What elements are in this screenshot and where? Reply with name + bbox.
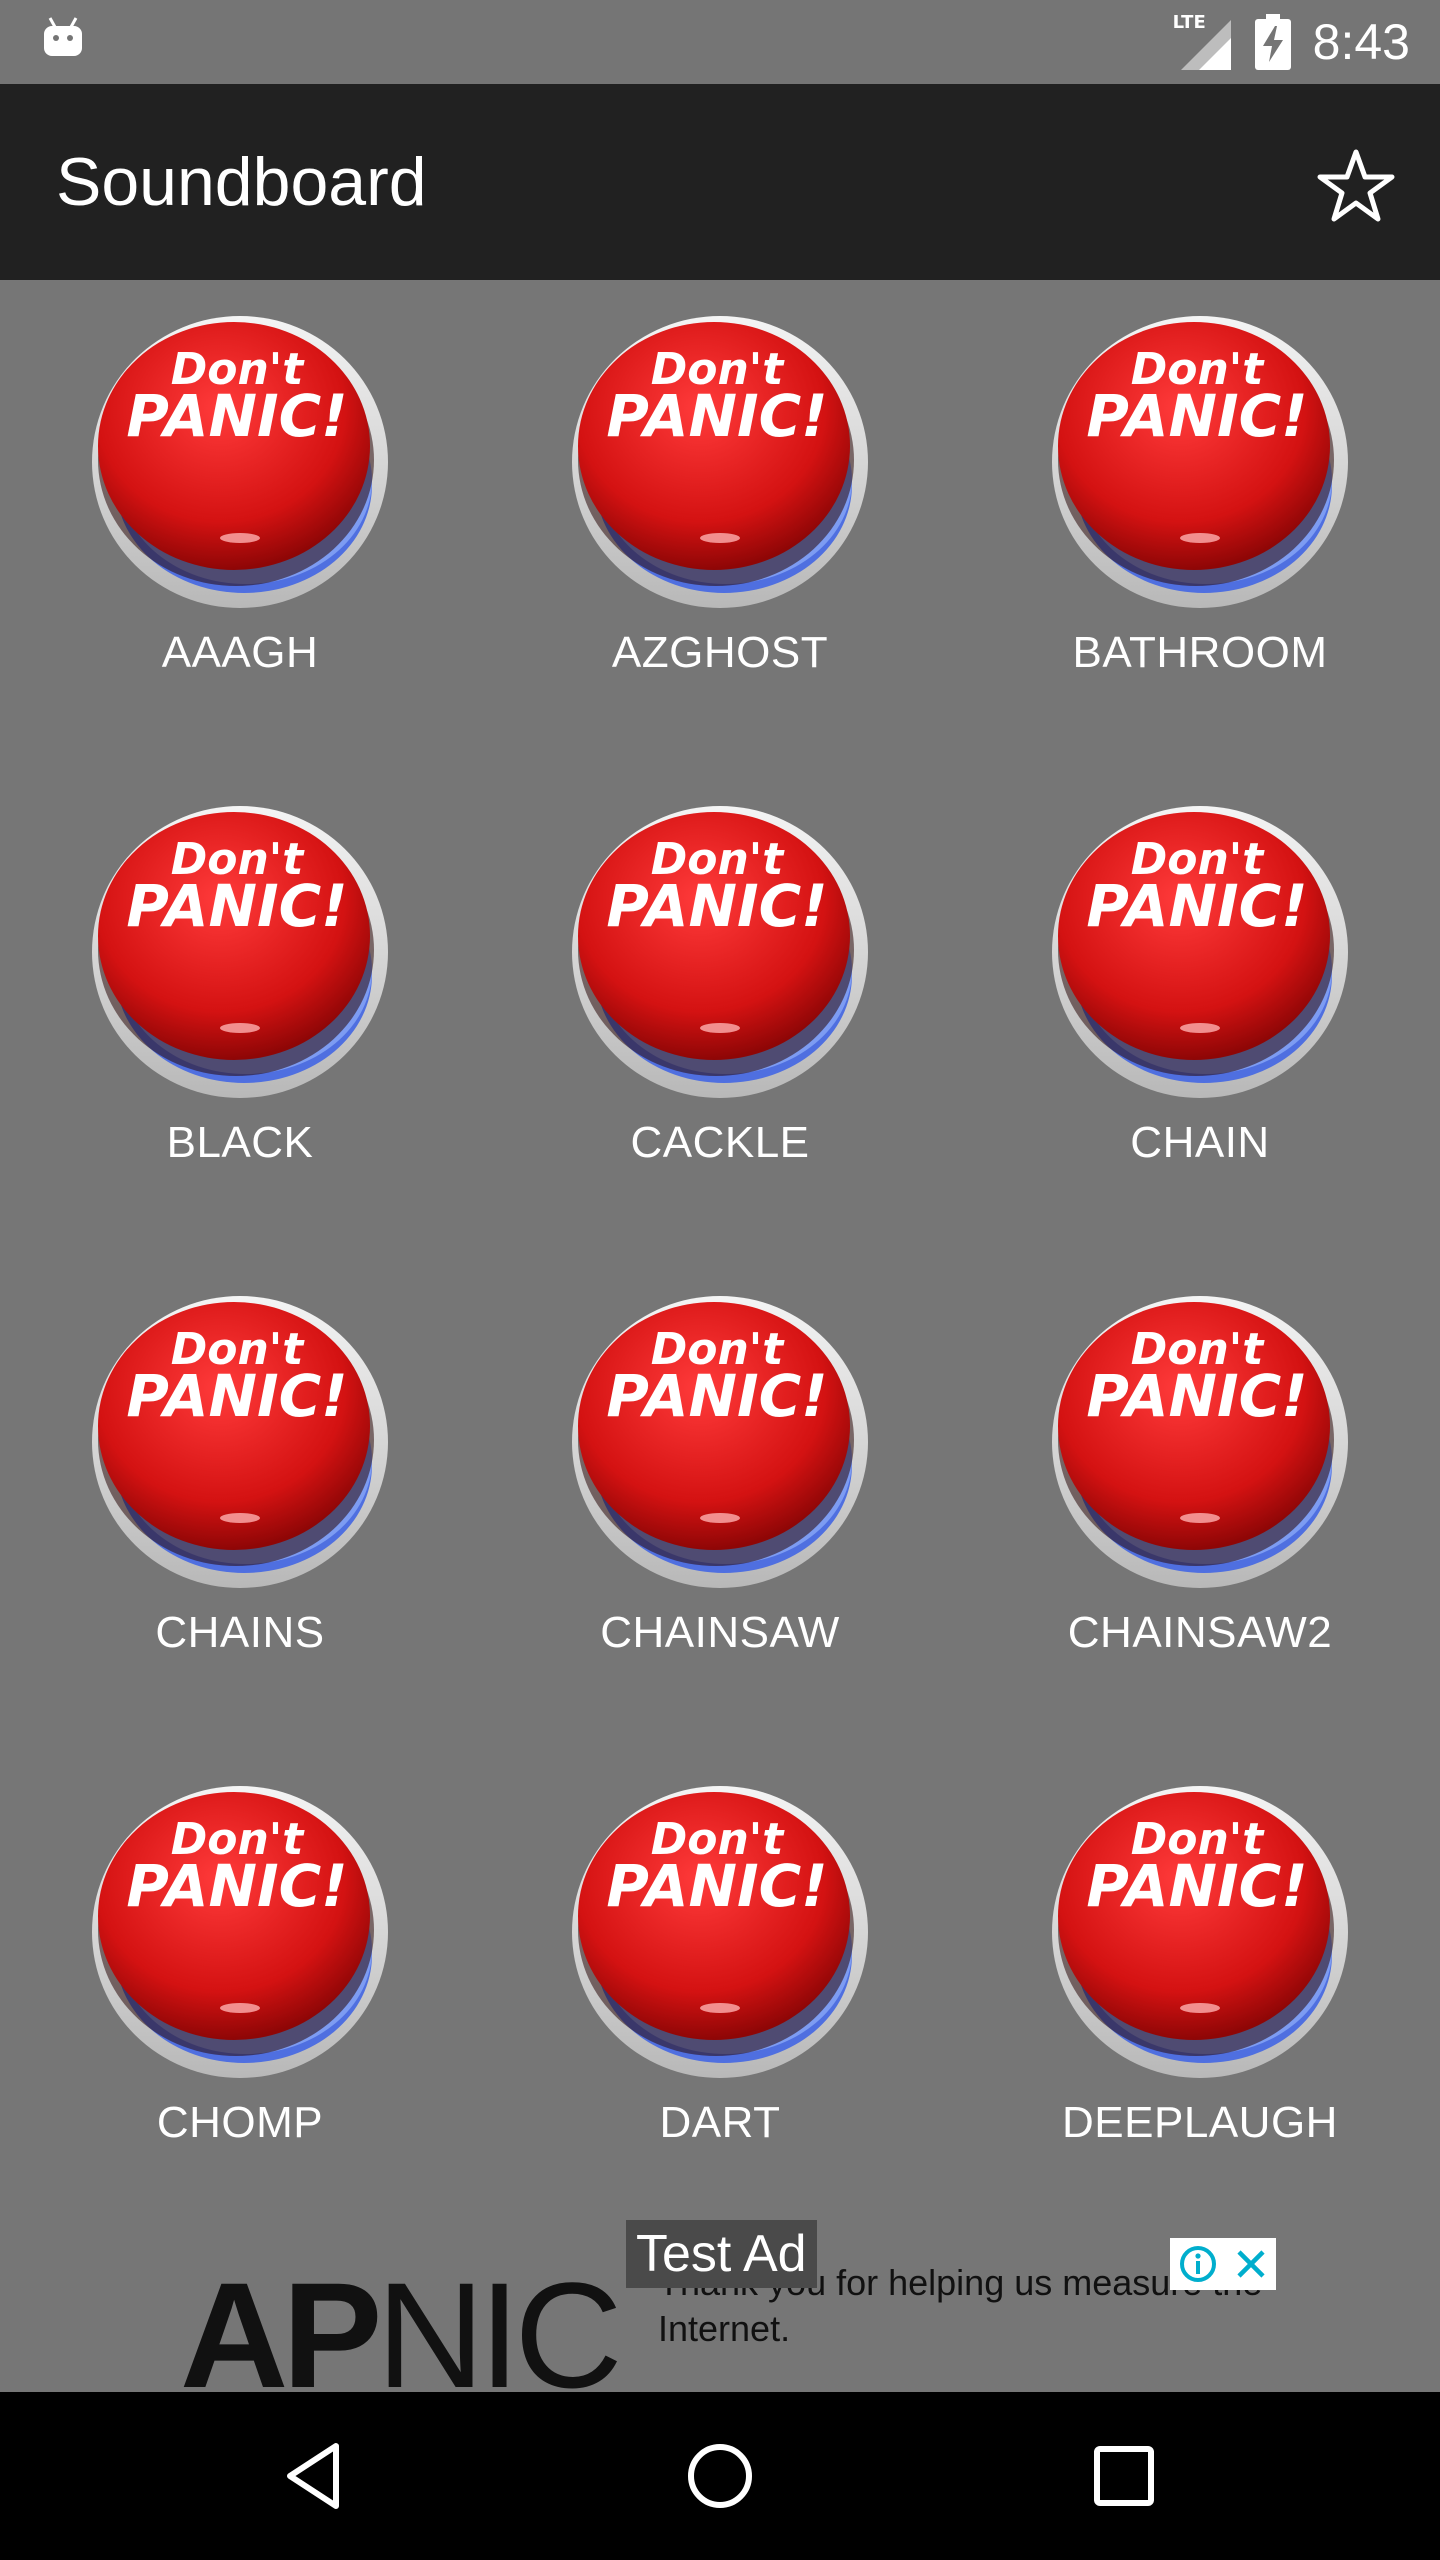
sound-button-cell[interactable]: Don't PANIC! CHOMP [0,1750,480,2240]
button-text-line2: PANIC! [606,1852,827,1920]
sound-label: CHOMP [156,2098,324,2147]
page-title: Soundboard [56,144,427,220]
panic-button-icon[interactable]: Don'tPANIC! [570,1290,870,1590]
back-icon[interactable] [276,2436,356,2516]
sound-button-cell[interactable]: Don't PANIC! DART [480,1750,960,2240]
app-bar: Soundboard [0,84,1440,280]
panic-button-icon[interactable]: Don'tPANIC! [1050,1780,1350,2080]
ad-choices[interactable] [1170,2238,1276,2290]
android-icon [44,17,82,56]
sound-label: DEEPLAUGH [1062,2098,1338,2147]
ad-banner[interactable]: APNIC Thank you for helping us measure t… [0,2220,1440,2392]
recents-icon[interactable] [1084,2436,1164,2516]
sound-label: CHAINS [155,1608,325,1657]
button-text-line2: PANIC! [606,872,827,940]
panic-button-icon[interactable]: Don'tPANIC! [570,1780,870,2080]
sound-label: AAAGH [161,628,319,677]
sound-button-cell[interactable]: Don't PANIC! AZGHOST [480,280,960,770]
panic-button-icon[interactable]: Don'tPANIC! [570,310,870,610]
button-text-line2: PANIC! [606,1362,827,1430]
close-icon[interactable] [1233,2246,1269,2282]
ad-logo: APNIC [180,2260,623,2392]
signal-icon: LTE [1173,12,1233,72]
sound-button-cell[interactable]: Don't PANIC! AAAGH [0,280,480,770]
panic-button-icon[interactable]: Don'tPANIC! [90,310,390,610]
panic-button-icon[interactable]: Don'tPANIC! [90,800,390,1100]
sound-label: BATHROOM [1072,628,1328,677]
button-text-line2: PANIC! [126,1362,347,1430]
button-text-line2: PANIC! [1086,1852,1307,1920]
sound-label: CHAINSAW [600,1608,840,1657]
ad-logo-rest: NIC [376,2251,622,2392]
nav-bar [0,2392,1440,2560]
status-bar: LTE 8:43 [0,0,1440,84]
panic-button-icon[interactable]: Don'tPANIC! [570,800,870,1100]
sound-label: DART [659,2098,781,2147]
sound-label: CACKLE [630,1118,810,1167]
button-text-line2: PANIC! [1086,872,1307,940]
button-text-line2: PANIC! [126,1852,347,1920]
panic-button-icon[interactable]: Don'tPANIC! [1050,800,1350,1100]
panic-button-icon[interactable]: Don'tPANIC! [1050,1290,1350,1590]
sound-button-cell[interactable]: Don't PANIC! CACKLE [480,770,960,1260]
button-text-line2: PANIC! [1086,382,1307,450]
sound-button-cell[interactable]: Don't PANIC! DEEPLAUGH [960,1750,1440,2240]
sound-button-cell[interactable]: Don't PANIC! BATHROOM [960,280,1440,770]
sound-button-cell[interactable]: Don't PANIC! CHAINSAW2 [960,1260,1440,1750]
info-icon[interactable] [1178,2244,1218,2284]
button-text-line2: PANIC! [126,382,347,450]
sound-label: AZGHOST [611,628,829,677]
panic-button-icon[interactable]: Don'tPANIC! [1050,310,1350,610]
panic-button-icon[interactable]: Don'tPANIC! [90,1780,390,2080]
home-icon[interactable] [680,2436,760,2516]
ad-logo-bold: AP [180,2251,382,2392]
star-outline-icon[interactable] [1316,146,1396,226]
sound-button-cell[interactable]: Don't PANIC! BLACK [0,770,480,1260]
sound-button-cell[interactable]: Don't PANIC! CHAINSAW [480,1260,960,1750]
panic-button-icon[interactable]: Don'tPANIC! [90,1290,390,1590]
test-ad-badge: Test Ad [626,2220,817,2288]
sound-label: CHAIN [1130,1118,1270,1167]
battery-charging-icon [1254,14,1291,70]
sound-button-cell[interactable]: Don't PANIC! CHAINS [0,1260,480,1750]
screen: LTE 8:43 Soundboard Don't PANIC! AAAGH Don'… [0,0,1440,2560]
sound-button-cell[interactable]: Don't PANIC! CHAIN [960,770,1440,1260]
button-text-line2: PANIC! [606,382,827,450]
clock: 8:43 [1312,14,1410,70]
sound-label: BLACK [166,1118,314,1167]
button-text-line2: PANIC! [126,872,347,940]
button-text-line2: PANIC! [1086,1362,1307,1430]
sound-label: CHAINSAW2 [1067,1608,1333,1657]
